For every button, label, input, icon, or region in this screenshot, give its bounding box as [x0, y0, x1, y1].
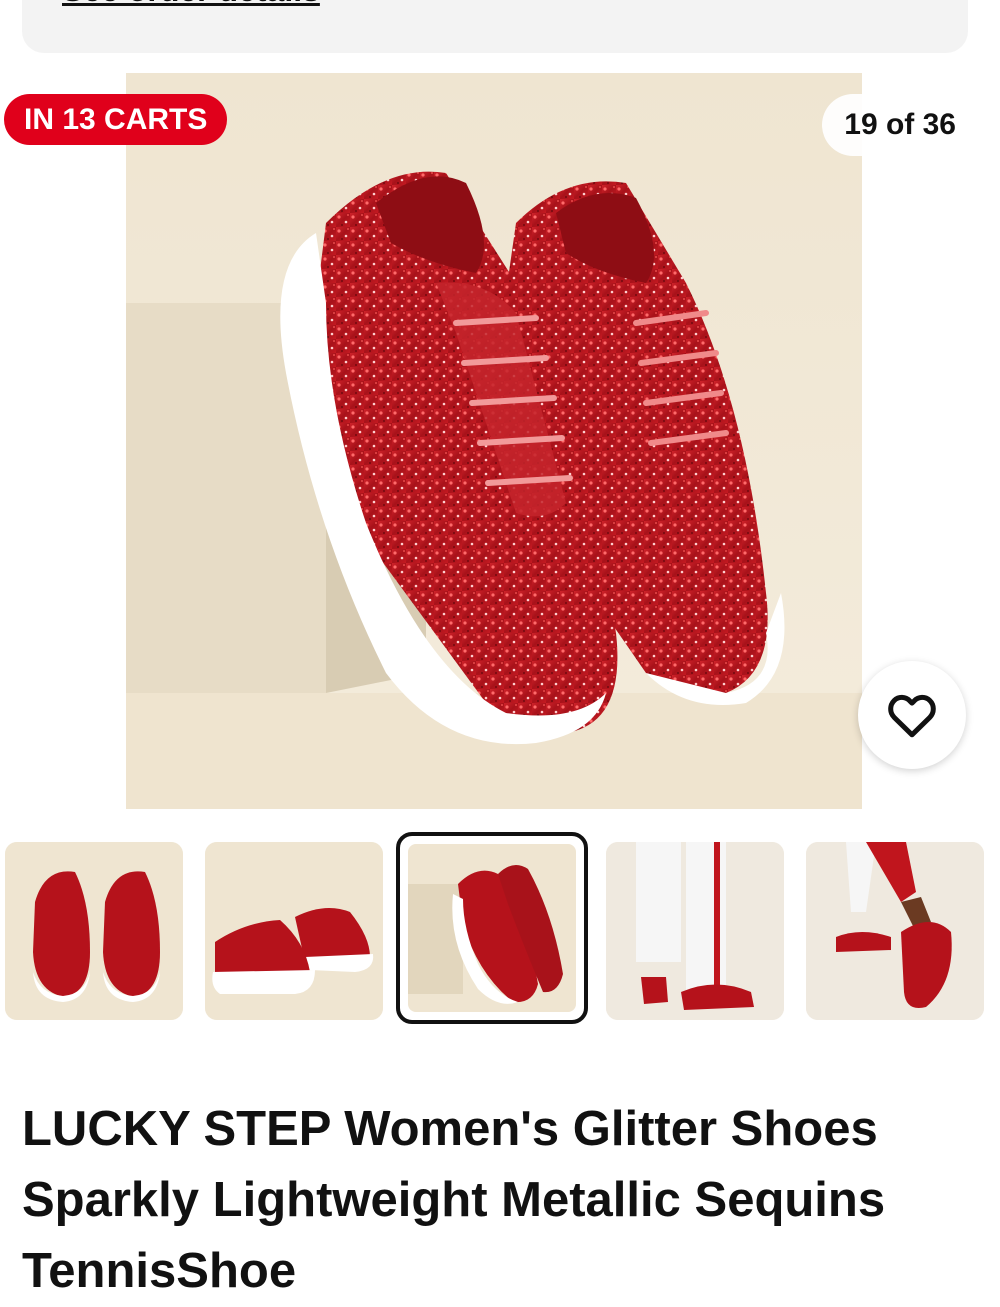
- order-details-card: See order details: [22, 0, 968, 53]
- see-order-details-link[interactable]: See order details: [62, 0, 320, 9]
- heart-outline-icon: [888, 694, 936, 738]
- thumbnail-5[interactable]: [806, 842, 984, 1020]
- favorite-button[interactable]: [858, 661, 966, 769]
- in-carts-badge: IN 13 CARTS: [4, 94, 228, 145]
- thumbnail-2[interactable]: [205, 842, 383, 1020]
- thumbnail-1[interactable]: [5, 842, 183, 1020]
- thumbnail-3-selected[interactable]: [396, 832, 588, 1024]
- product-title: LUCKY STEP Women's Glitter Shoes Sparkly…: [22, 1102, 886, 1298]
- thumbnail-4[interactable]: [606, 842, 784, 1020]
- image-counter: 19 of 36: [822, 94, 978, 156]
- product-main-image[interactable]: [126, 73, 862, 809]
- thumbnail-strip: [0, 832, 1000, 1028]
